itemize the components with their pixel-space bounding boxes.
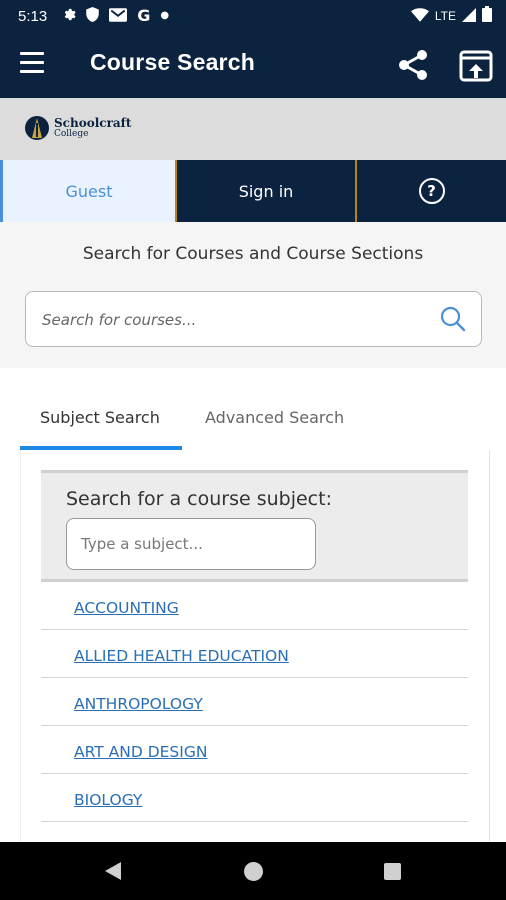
dot-icon: ● [160,10,170,21]
search-icon[interactable] [439,305,467,333]
page-title: Course Search [90,49,255,75]
user-nav: Guest Sign in ? [0,160,506,222]
subject-link-accounting[interactable]: ACCOUNTING [74,599,179,617]
gmail-icon [109,7,128,25]
subject-search-panel: Search for a course subject: ACCOUNTING … [20,450,490,865]
subject-list: ACCOUNTING ALLIED HEALTH EDUCATION ANTHR… [41,582,468,865]
app-bar: Course Search [0,32,506,98]
network-type: LTE [434,9,456,23]
gear-icon [61,7,76,25]
schoolcraft-emblem-icon [25,116,49,140]
menu-button[interactable] [20,52,50,78]
wifi-icon [410,7,429,26]
home-icon[interactable] [244,862,263,881]
college-logo: Schoolcraft College [24,115,131,141]
notification-icons: G ● [61,7,169,25]
guest-tab[interactable]: Guest [0,160,175,222]
tab-advanced-search[interactable]: Advanced Search [205,408,344,427]
search-heading: Search for Courses and Course Sections [82,244,424,264]
subject-search-label: Search for a course subject: [66,488,332,510]
status-bar: 5:13 G ● LTE [0,0,506,32]
subject-link-biology[interactable]: BIOLOGY [74,791,142,809]
status-time: 5:13 [18,7,48,25]
signal-icon [462,7,476,26]
back-icon[interactable] [103,861,123,881]
course-search-section: Search for Courses and Course Sections [0,222,506,368]
course-search-input[interactable] [40,292,434,348]
list-item: BIOLOGY [41,774,468,822]
system-icons: LTE [410,0,492,32]
subject-link-allied-health-education[interactable]: ALLIED HEALTH EDUCATION [74,647,289,665]
battery-icon [482,6,492,26]
sign-in-button[interactable]: Sign in [175,160,355,222]
list-item: ART AND DESIGN [41,726,468,774]
open-in-browser-button[interactable] [458,48,494,84]
logo-name: Schoolcraft [54,116,132,130]
course-search-box [25,291,482,348]
subject-link-anthropology[interactable]: ANTHROPOLOGY [74,695,203,713]
logo-subtitle: College [54,129,89,139]
shield-icon [86,7,99,25]
tab-subject-search[interactable]: Subject Search [40,408,160,427]
recent-apps-icon[interactable] [384,863,401,880]
hamburger-menu-icon [20,52,50,73]
android-navigation-bar [0,842,506,900]
list-item: ANTHROPOLOGY [41,678,468,726]
share-icon [399,50,427,80]
logo-bar: Schoolcraft College [0,98,506,160]
help-icon: ? [418,178,445,204]
search-content: Subject Search Advanced Search Search fo… [0,368,506,865]
search-tabs: Subject Search Advanced Search [20,390,488,450]
share-button[interactable] [394,46,432,84]
subject-filter: Search for a course subject: [41,470,468,582]
subject-link-art-and-design[interactable]: ART AND DESIGN [74,743,207,761]
list-item: ALLIED HEALTH EDUCATION [41,630,468,678]
help-button[interactable]: ? [355,160,506,222]
list-item: ACCOUNTING [41,582,468,630]
open-in-browser-icon [459,50,493,82]
google-icon: G [137,6,151,25]
subject-search-input[interactable] [66,518,316,570]
